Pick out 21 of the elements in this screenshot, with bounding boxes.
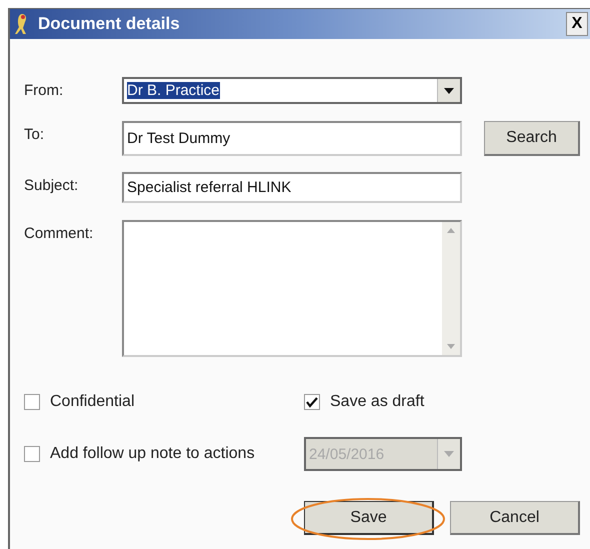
comment-field[interactable] — [122, 220, 462, 357]
close-button[interactable]: X — [566, 12, 588, 36]
text-field[interactable]: Dr Test Dummy — [122, 121, 462, 156]
window-title: Document details — [38, 14, 181, 34]
dialog-button[interactable]: Save — [304, 501, 434, 535]
checkbox[interactable] — [304, 394, 320, 410]
dialog-button[interactable]: Cancel — [450, 501, 580, 535]
scrollbar[interactable] — [442, 222, 460, 355]
checkbox-label: Save as draft — [330, 393, 424, 411]
field-label: To: — [24, 125, 46, 143]
checkbox[interactable] — [24, 394, 40, 410]
dropdown-arrow-icon — [444, 88, 454, 94]
search-button[interactable]: Search — [484, 121, 580, 156]
dropdown-arrow-icon — [444, 451, 454, 457]
checkbox-label: Confidential — [50, 393, 134, 411]
text-field[interactable]: Specialist referral HLINK — [122, 172, 462, 203]
checkbox-label: Add follow up note to actions — [50, 445, 255, 463]
field-label: From: — [24, 81, 64, 99]
field-label: Subject: — [24, 176, 80, 194]
field-label: Comment: — [24, 224, 94, 242]
from-dropdown[interactable]: Dr B. Practice — [122, 77, 462, 104]
